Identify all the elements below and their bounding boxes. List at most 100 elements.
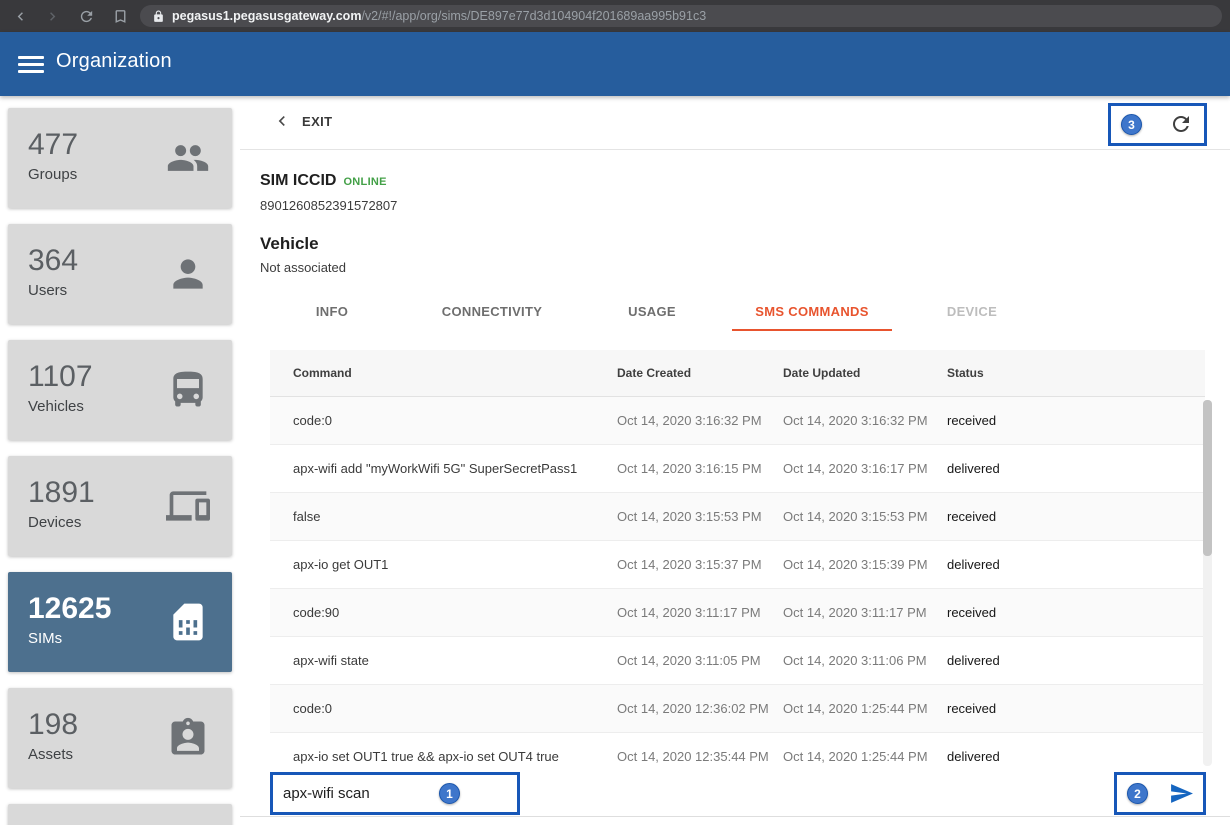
browser-back-icon[interactable] bbox=[12, 8, 29, 25]
cell-command: false bbox=[293, 509, 321, 524]
refresh-button[interactable] bbox=[1169, 112, 1193, 136]
cell-date-created: Oct 14, 2020 3:15:37 PM bbox=[617, 557, 762, 572]
sidebar-card-count: 364 bbox=[28, 244, 79, 277]
main-panel: EXIT SIM ICCID ONLINE 8901260852391572807… bbox=[240, 96, 1230, 825]
table-row[interactable]: code:90 Oct 14, 2020 3:11:17 PM Oct 14, … bbox=[270, 589, 1205, 637]
screen: pegasus1.pegasusgateway.com /v2/#!/app/o… bbox=[0, 0, 1230, 825]
header-date-updated: Date Updated bbox=[783, 366, 861, 380]
cell-date-updated: Oct 14, 2020 3:11:17 PM bbox=[783, 605, 927, 620]
sidebar: 477 Groups 364 Users 1107 Vehicles 1891 … bbox=[0, 96, 240, 825]
browser-bookmark-icon[interactable] bbox=[112, 8, 129, 25]
header-date-created: Date Created bbox=[617, 366, 692, 380]
sidebar-card-count: 198 bbox=[28, 708, 79, 741]
header-command: Command bbox=[293, 366, 352, 380]
cell-date-updated: Oct 14, 2020 3:11:06 PM bbox=[783, 653, 927, 668]
browser-forward-icon[interactable] bbox=[44, 8, 61, 25]
table-row[interactable]: apx-wifi state Oct 14, 2020 3:11:05 PM O… bbox=[270, 637, 1205, 685]
table-row[interactable]: apx-wifi add "myWorkWifi 5G" SuperSecret… bbox=[270, 445, 1205, 493]
cell-date-created: Oct 14, 2020 3:11:17 PM bbox=[617, 605, 761, 620]
header-status: Status bbox=[947, 366, 984, 380]
sidebar-item-assets[interactable]: 198 Assets bbox=[8, 688, 232, 788]
table-row[interactable]: code:0 Oct 14, 2020 3:16:32 PM Oct 14, 2… bbox=[270, 397, 1205, 445]
sidebar-item-users[interactable]: 364 Users bbox=[8, 224, 232, 324]
tab-info[interactable]: INFO bbox=[252, 291, 412, 331]
devices-icon bbox=[166, 484, 210, 528]
sidebar-card-label: Groups bbox=[28, 166, 78, 183]
cell-status: delivered bbox=[947, 557, 1000, 572]
sidebar-card-label: Assets bbox=[28, 746, 74, 763]
exit-button[interactable]: EXIT bbox=[272, 111, 333, 131]
tab-label: SMS COMMANDS bbox=[755, 303, 869, 319]
exit-row: EXIT bbox=[240, 96, 1230, 150]
menu-icon[interactable] bbox=[18, 52, 44, 76]
sms-commands-table: Command Date Created Date Updated Status… bbox=[270, 350, 1205, 781]
cell-status: received bbox=[947, 605, 997, 620]
cell-status: delivered bbox=[947, 749, 1000, 764]
cell-date-updated: Oct 14, 2020 1:25:44 PM bbox=[783, 749, 928, 764]
annotation-box-3: 3 bbox=[1108, 103, 1207, 146]
sidebar-card-label: Vehicles bbox=[28, 398, 84, 415]
cell-date-created: Oct 14, 2020 3:16:15 PM bbox=[617, 461, 762, 476]
tab-label: CONNECTIVITY bbox=[441, 303, 543, 319]
browser-bar: pegasus1.pegasusgateway.com /v2/#!/app/o… bbox=[0, 0, 1230, 32]
cell-status: delivered bbox=[947, 653, 1000, 668]
annotation-badge-3: 3 bbox=[1121, 114, 1142, 135]
sidebar-card-count: 12625 bbox=[28, 592, 112, 625]
person-icon bbox=[166, 252, 210, 296]
sim-iccid-heading: SIM ICCID ONLINE bbox=[260, 172, 387, 190]
exit-label: EXIT bbox=[302, 113, 333, 129]
tab-label: DEVICE bbox=[946, 303, 998, 319]
cell-command: code:90 bbox=[293, 605, 340, 620]
table-scrollbar[interactable] bbox=[1203, 400, 1212, 766]
sidebar-item-vehicles[interactable]: 1107 Vehicles bbox=[8, 340, 232, 440]
table-row[interactable]: apx-io get OUT1 Oct 14, 2020 3:15:37 PM … bbox=[270, 541, 1205, 589]
sms-command-input[interactable] bbox=[283, 779, 433, 807]
cell-date-updated: Oct 14, 2020 3:16:32 PM bbox=[783, 413, 928, 428]
online-badge: ONLINE bbox=[343, 176, 387, 188]
sidebar-card-label: SIMs bbox=[28, 630, 63, 647]
sidebar-item-groups[interactable]: 477 Groups bbox=[8, 108, 232, 208]
sidebar-card-count: 477 bbox=[28, 128, 79, 161]
cell-date-updated: Oct 14, 2020 3:15:53 PM bbox=[783, 509, 928, 524]
sidebar-card-count: 1891 bbox=[28, 476, 95, 509]
vehicle-value: Not associated bbox=[260, 260, 346, 275]
annotation-badge-2: 2 bbox=[1127, 783, 1148, 804]
url-path: /v2/#!/app/org/sims/DE897e77d3d104904f20… bbox=[361, 9, 707, 23]
address-bar[interactable]: pegasus1.pegasusgateway.com /v2/#!/app/o… bbox=[140, 5, 1222, 27]
cell-command: apx-wifi state bbox=[293, 653, 369, 668]
sidebar-item-devices[interactable]: 1891 Devices bbox=[8, 456, 232, 556]
sidebar-card-count: 1107 bbox=[28, 360, 93, 393]
sim-iccid-title: SIM ICCID bbox=[260, 172, 337, 189]
vehicle-heading: Vehicle bbox=[260, 234, 319, 253]
page-title: Organization bbox=[56, 50, 172, 72]
cell-date-created: Oct 14, 2020 3:11:05 PM bbox=[617, 653, 761, 668]
table-row[interactable]: code:0 Oct 14, 2020 12:36:02 PM Oct 14, … bbox=[270, 685, 1205, 733]
cell-date-created: Oct 14, 2020 12:36:02 PM bbox=[617, 701, 769, 716]
lock-icon bbox=[152, 10, 165, 23]
annotation-box-2: 2 bbox=[1114, 772, 1206, 815]
send-command-button[interactable] bbox=[1169, 781, 1194, 806]
cell-status: received bbox=[947, 413, 997, 428]
tab-sms-commands[interactable]: SMS COMMANDS bbox=[732, 291, 892, 331]
cell-command: apx-wifi add "myWorkWifi 5G" SuperSecret… bbox=[293, 461, 578, 476]
table-row[interactable]: false Oct 14, 2020 3:15:53 PM Oct 14, 20… bbox=[270, 493, 1205, 541]
table-header-row: Command Date Created Date Updated Status bbox=[270, 350, 1205, 397]
sidebar-list: 477 Groups 364 Users 1107 Vehicles 1891 … bbox=[0, 96, 240, 788]
cell-date-updated: Oct 14, 2020 3:15:39 PM bbox=[783, 557, 928, 572]
sim-card-icon bbox=[166, 600, 210, 644]
scrollbar-thumb[interactable] bbox=[1203, 400, 1212, 556]
tab-device: DEVICE bbox=[892, 291, 1052, 331]
cell-date-created: Oct 14, 2020 12:35:44 PM bbox=[617, 749, 769, 764]
chevron-left-icon bbox=[272, 111, 292, 131]
assets-icon bbox=[166, 716, 210, 760]
sidebar-card-label: Devices bbox=[28, 514, 82, 531]
tab-usage[interactable]: USAGE bbox=[572, 291, 732, 331]
tab-connectivity[interactable]: CONNECTIVITY bbox=[412, 291, 572, 331]
vehicle-icon bbox=[166, 368, 210, 412]
annotation-badge-1: 1 bbox=[439, 783, 460, 804]
browser-reload-icon[interactable] bbox=[78, 8, 95, 25]
sidebar-item-sims[interactable]: 12625 SIMs bbox=[8, 572, 232, 672]
sidebar-card-partial[interactable] bbox=[8, 804, 232, 825]
tab-label: INFO bbox=[315, 303, 349, 319]
cell-status: received bbox=[947, 509, 997, 524]
